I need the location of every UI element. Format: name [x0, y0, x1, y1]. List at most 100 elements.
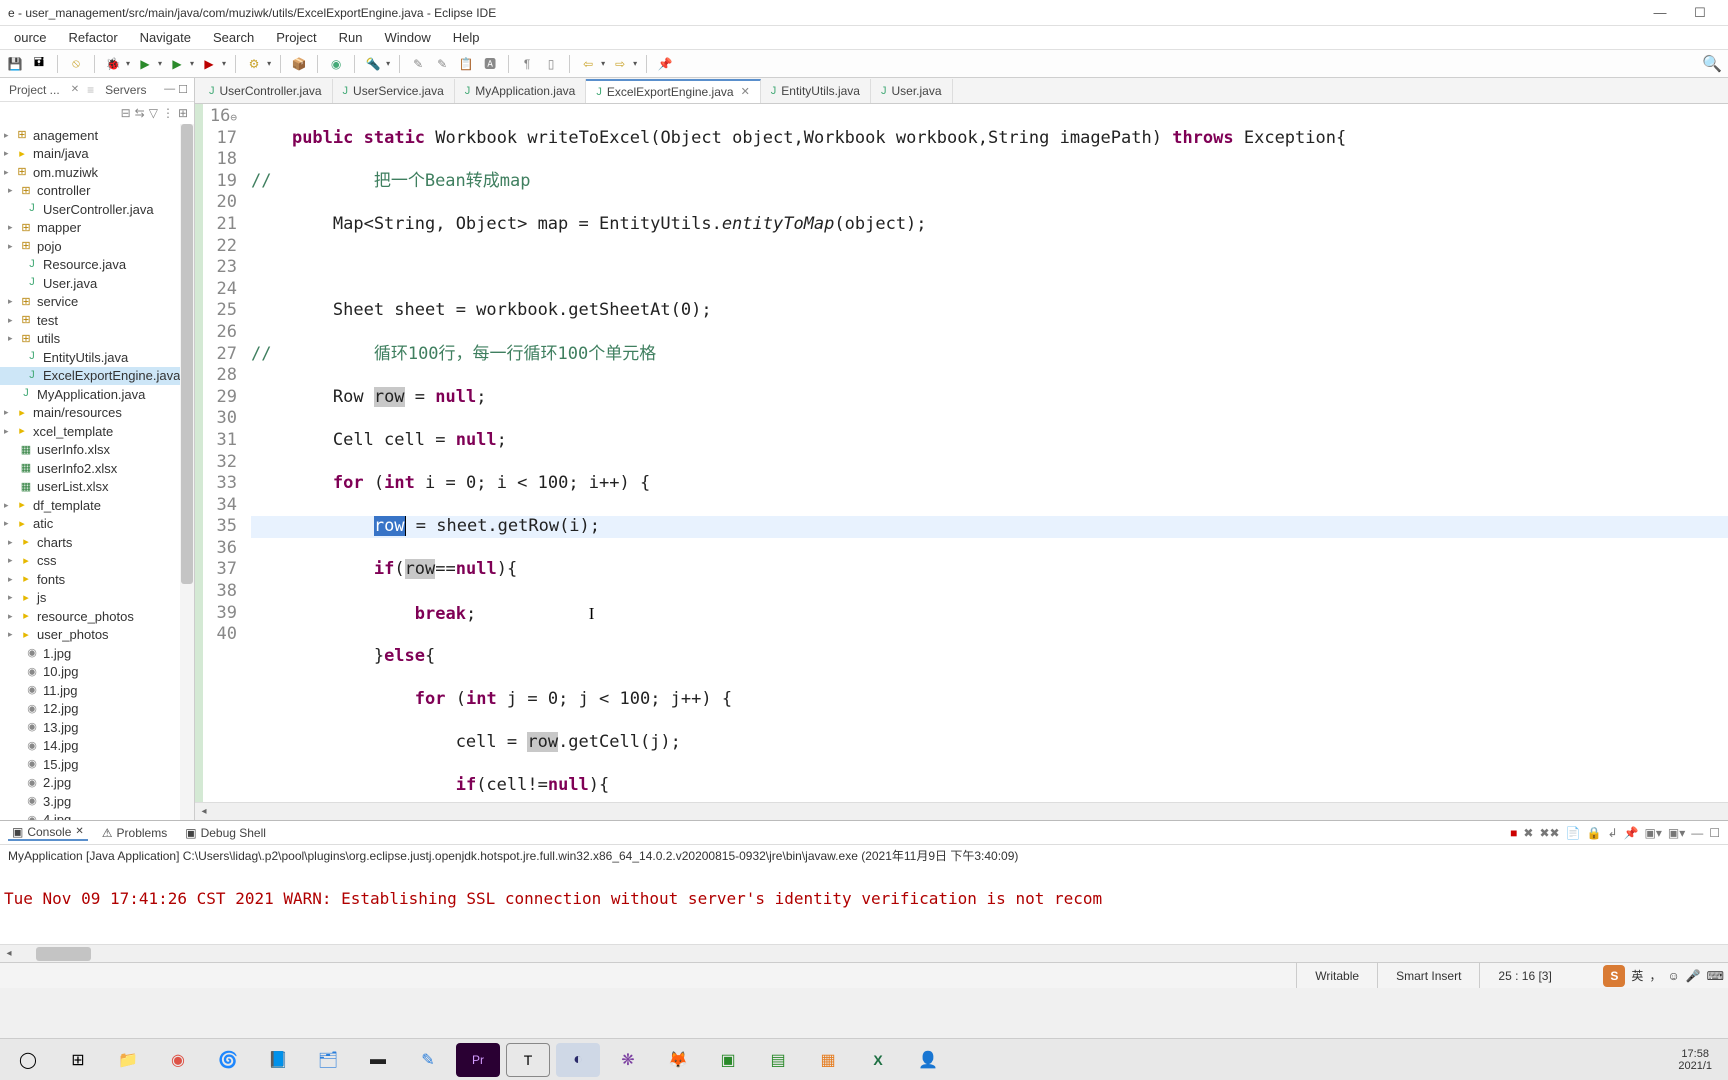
tab-problems[interactable]: ⚠ Problems [98, 826, 171, 840]
wand2-icon[interactable]: ✎ [433, 55, 451, 73]
clear-icon[interactable]: 📄 [1566, 826, 1581, 840]
run-icon[interactable]: ▶ [136, 55, 154, 73]
console-hscroll[interactable]: ◂ [0, 944, 1728, 962]
task-eclipse[interactable]: ◐ [556, 1043, 600, 1077]
tree-item[interactable]: ◉2.jpg [0, 774, 194, 793]
taskbar[interactable]: ◯ ⊞ 📁 ◉ 🌀 📘 🗂 ▬ ✎ Pr T ◐ ❋ 🦊 ▣ ▤ ▦ X 👤 1… [0, 1038, 1728, 1080]
ime-punct-icon[interactable]: ， [1649, 967, 1661, 984]
pin-console-icon[interactable]: 📌 [1624, 826, 1639, 840]
viewmenu-icon[interactable]: ⋮ [162, 106, 174, 120]
tree-item[interactable]: ▸⊞om.muziwk [0, 163, 194, 182]
editor-tab[interactable]: JUser.java [871, 79, 953, 103]
tree-item[interactable]: JResource.java [0, 256, 194, 275]
tree-item[interactable]: ▸▸css [0, 552, 194, 571]
filter-icon[interactable]: ▽ [149, 106, 158, 120]
maximize-view-icon[interactable]: ☐ [178, 83, 188, 96]
editor-hscroll[interactable]: ◂ [195, 802, 1728, 820]
box2-icon[interactable]: 🅰 [481, 55, 499, 73]
box-icon[interactable]: 📋 [457, 55, 475, 73]
scrolllock-icon[interactable]: 🔒 [1587, 826, 1602, 840]
task-edge[interactable]: 🌀 [206, 1043, 250, 1077]
console-hscroll-thumb[interactable] [36, 947, 91, 961]
task-green1[interactable]: ▣ [706, 1043, 750, 1077]
tree-item[interactable]: JUser.java [0, 274, 194, 293]
tree-scrollbar-thumb[interactable] [181, 124, 193, 584]
back-icon[interactable]: ⇦ [579, 55, 597, 73]
tree-item[interactable]: ◉11.jpg [0, 681, 194, 700]
task-cortana[interactable]: ◯ [6, 1043, 50, 1077]
task-pen[interactable]: ✎ [406, 1043, 450, 1077]
wand-icon[interactable]: ✎ [409, 55, 427, 73]
task-app2[interactable]: 🗂 [306, 1043, 350, 1077]
menu-navigate[interactable]: Navigate [130, 28, 201, 47]
display-icon[interactable]: ▣▾ [1644, 826, 1661, 840]
wordwrap-icon[interactable]: ↲ [1607, 826, 1617, 840]
tab-debugshell[interactable]: ▣ Debug Shell [181, 826, 270, 840]
max-icon[interactable]: ☐ [1709, 826, 1720, 840]
open-type-icon[interactable]: ◉ [327, 55, 345, 73]
tree-item[interactable]: ▸▸js [0, 589, 194, 608]
tree-item[interactable]: ◉4.jpg [0, 811, 194, 821]
new-server-icon[interactable]: ⚙ [245, 55, 263, 73]
open-console-icon[interactable]: ▣▾ [1668, 826, 1685, 840]
tree-scrollbar[interactable] [180, 124, 194, 820]
forward-icon[interactable]: ⇨ [611, 55, 629, 73]
menu-run[interactable]: Run [329, 28, 373, 47]
tree-item[interactable]: ▸⊞test [0, 311, 194, 330]
link-editor-icon[interactable]: ⇆ [135, 106, 145, 120]
editor-tab[interactable]: JEntityUtils.java [761, 79, 871, 103]
tree-item[interactable]: ◉15.jpg [0, 755, 194, 774]
collapse-all-icon[interactable]: ⊟ [121, 106, 131, 120]
tree-item[interactable]: ◉1.jpg [0, 644, 194, 663]
menu-refactor[interactable]: Refactor [59, 28, 128, 47]
coverage-icon[interactable]: ▶ [168, 55, 186, 73]
debug-icon[interactable]: 🐞 [104, 55, 122, 73]
tab-console[interactable]: ▣ Console ✕ [8, 825, 88, 841]
task-explorer[interactable]: 📁 [106, 1043, 150, 1077]
tree-item[interactable]: ▦userList.xlsx [0, 478, 194, 497]
menu-source[interactable]: ource [4, 28, 57, 47]
tree-item[interactable]: ◉13.jpg [0, 718, 194, 737]
maximize-button[interactable]: ☐ [1680, 0, 1720, 26]
tab-servers[interactable]: Servers [102, 81, 149, 99]
close-panel-icon[interactable]: ⊞ [178, 106, 188, 120]
removeall-icon[interactable]: ✖✖ [1539, 826, 1559, 840]
task-gear[interactable]: ❋ [606, 1043, 650, 1077]
task-premiere[interactable]: Pr [456, 1043, 500, 1077]
ime-lang[interactable]: 英 [1631, 967, 1643, 984]
skip-icon[interactable]: ⦸ [67, 55, 85, 73]
tree-item[interactable]: JMyApplication.java [0, 385, 194, 404]
tree-item[interactable]: ▸⊞controller [0, 182, 194, 201]
tree-item[interactable]: ▦userInfo2.xlsx [0, 459, 194, 478]
search-icon[interactable]: 🔦 [364, 55, 382, 73]
task-orange[interactable]: ▦ [806, 1043, 850, 1077]
task-app1[interactable]: 📘 [256, 1043, 300, 1077]
menu-help[interactable]: Help [443, 28, 490, 47]
ext-tools-icon[interactable]: ▶ [200, 55, 218, 73]
save-icon[interactable]: 💾 [6, 55, 24, 73]
tree-item[interactable]: ▸▸xcel_template [0, 422, 194, 441]
tab-project-explorer[interactable]: Project ... [6, 81, 63, 99]
tree-item[interactable]: ▸▸resource_photos [0, 607, 194, 626]
tree-item[interactable]: ▸▸df_template [0, 496, 194, 515]
min-icon[interactable]: — [1691, 826, 1703, 840]
tree-item[interactable]: ▦userInfo.xlsx [0, 441, 194, 460]
task-terminal[interactable]: ▬ [356, 1043, 400, 1077]
menu-project[interactable]: Project [266, 28, 326, 47]
editor-tab[interactable]: JExcelExportEngine.java✕ [586, 79, 760, 103]
ime-kbd-icon[interactable]: ⌨ [1707, 969, 1724, 983]
taskbar-clock[interactable]: 17:58 2021/1 [1668, 1048, 1722, 1072]
quick-access-icon[interactable]: 🔍 [1702, 54, 1722, 74]
tree-item[interactable]: ▸▸fonts [0, 570, 194, 589]
new-package-icon[interactable]: 📦 [290, 55, 308, 73]
tree-item[interactable]: ▸⊞pojo [0, 237, 194, 256]
tree-item[interactable]: ▸▸main/java [0, 145, 194, 164]
tree-item[interactable]: ▸▸atic [0, 515, 194, 534]
sogou-icon[interactable]: S [1603, 965, 1625, 987]
task-excel[interactable]: X [856, 1043, 900, 1077]
ime-mic-icon[interactable]: 🎤 [1686, 969, 1701, 983]
code-editor[interactable]: 16⊖1718192021222324252627282930313233343… [195, 104, 1728, 802]
ime-emoji-icon[interactable]: ☺ [1667, 969, 1679, 983]
close-icon[interactable]: ✕ [71, 84, 79, 95]
editor-tab[interactable]: JUserService.java [333, 79, 455, 103]
